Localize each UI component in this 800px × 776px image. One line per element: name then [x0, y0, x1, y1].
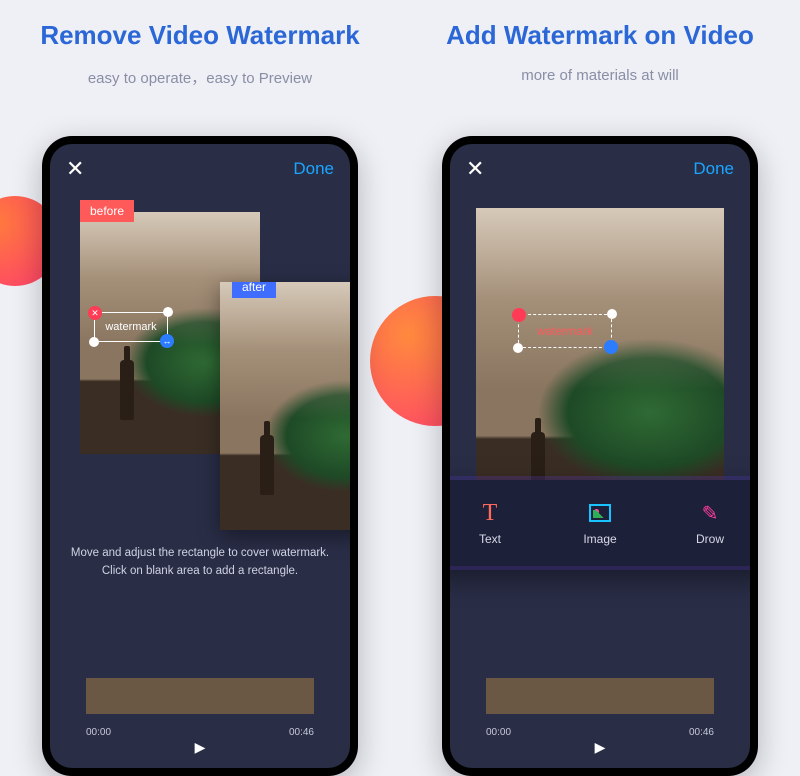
done-button[interactable]: Done — [693, 159, 734, 179]
panel-subline: more of materials at will — [400, 67, 800, 84]
timeline-strip[interactable] — [86, 678, 314, 714]
play-icon[interactable]: ▶ — [195, 739, 206, 756]
edit-handle-icon[interactable]: ↔ — [160, 334, 174, 348]
close-icon[interactable]: ✕ — [466, 156, 484, 182]
video-timeline[interactable]: 00:00 00:46 — [68, 678, 332, 724]
watermark-toolbar: T Text Image ✎ Drow — [450, 480, 750, 566]
resize-handle[interactable] — [89, 337, 99, 347]
panel-headline: Add Watermark on Video — [400, 20, 800, 51]
tool-label: Drow — [670, 532, 750, 546]
delete-handle-icon[interactable]: ✕ — [88, 306, 102, 320]
resize-handle[interactable] — [163, 307, 173, 317]
time-end: 00:46 — [289, 727, 314, 738]
instruction-line: Click on blank area to add a rectangle. — [68, 562, 332, 580]
done-button[interactable]: Done — [293, 159, 334, 179]
watermark-label: watermark — [105, 321, 156, 333]
top-bar: ✕ Done — [450, 144, 750, 194]
edit-handle-icon[interactable] — [604, 340, 618, 354]
watermark-insert-box[interactable]: watermark — [518, 314, 612, 348]
tool-label: Image — [560, 532, 640, 546]
panel-subline: easy to operate，easy to Preview — [0, 67, 400, 88]
watermark-selection-box[interactable]: watermark ✕ ↔ — [94, 312, 168, 342]
tool-draw[interactable]: ✎ Drow — [670, 500, 750, 546]
marketing-panel-add: Add Watermark on Video more of materials… — [400, 0, 800, 712]
time-start: 00:00 — [486, 727, 511, 738]
after-tag: after — [232, 282, 276, 298]
resize-handle[interactable] — [607, 309, 617, 319]
instruction-text: Move and adjust the rectangle to cover w… — [50, 544, 350, 581]
before-tag: before — [80, 200, 134, 222]
app-screen: ✕ Done before watermark ✕ ↔ after Move a… — [50, 144, 350, 768]
photo-bottle — [260, 435, 274, 495]
timeline-strip[interactable] — [486, 678, 714, 714]
tool-text[interactable]: T Text — [450, 500, 530, 546]
video-timeline[interactable]: 00:00 00:46 — [468, 678, 732, 724]
text-icon: T — [483, 500, 498, 527]
close-icon[interactable]: ✕ — [66, 156, 84, 182]
resize-handle[interactable] — [513, 343, 523, 353]
delete-handle-icon[interactable] — [512, 308, 526, 322]
draw-icon: ✎ — [702, 501, 719, 526]
marketing-panel-remove: Remove Video Watermark easy to operate，e… — [0, 0, 400, 712]
panel-headline: Remove Video Watermark — [0, 20, 400, 51]
watermark-label: watermark — [537, 324, 593, 338]
app-screen: ✕ Done watermark T Text Im — [450, 144, 750, 768]
time-start: 00:00 — [86, 727, 111, 738]
top-bar: ✕ Done — [50, 144, 350, 194]
video-preview-after: after — [220, 282, 350, 530]
phone-frame: ✕ Done before watermark ✕ ↔ after Move a… — [42, 136, 358, 776]
time-end: 00:46 — [689, 727, 714, 738]
image-icon — [589, 504, 611, 522]
tool-label: Text — [450, 532, 530, 546]
photo-bottle — [120, 360, 134, 420]
instruction-line: Move and adjust the rectangle to cover w… — [68, 544, 332, 562]
play-icon[interactable]: ▶ — [595, 739, 606, 756]
phone-frame: ✕ Done watermark T Text Im — [442, 136, 758, 776]
tool-image[interactable]: Image — [560, 500, 640, 546]
